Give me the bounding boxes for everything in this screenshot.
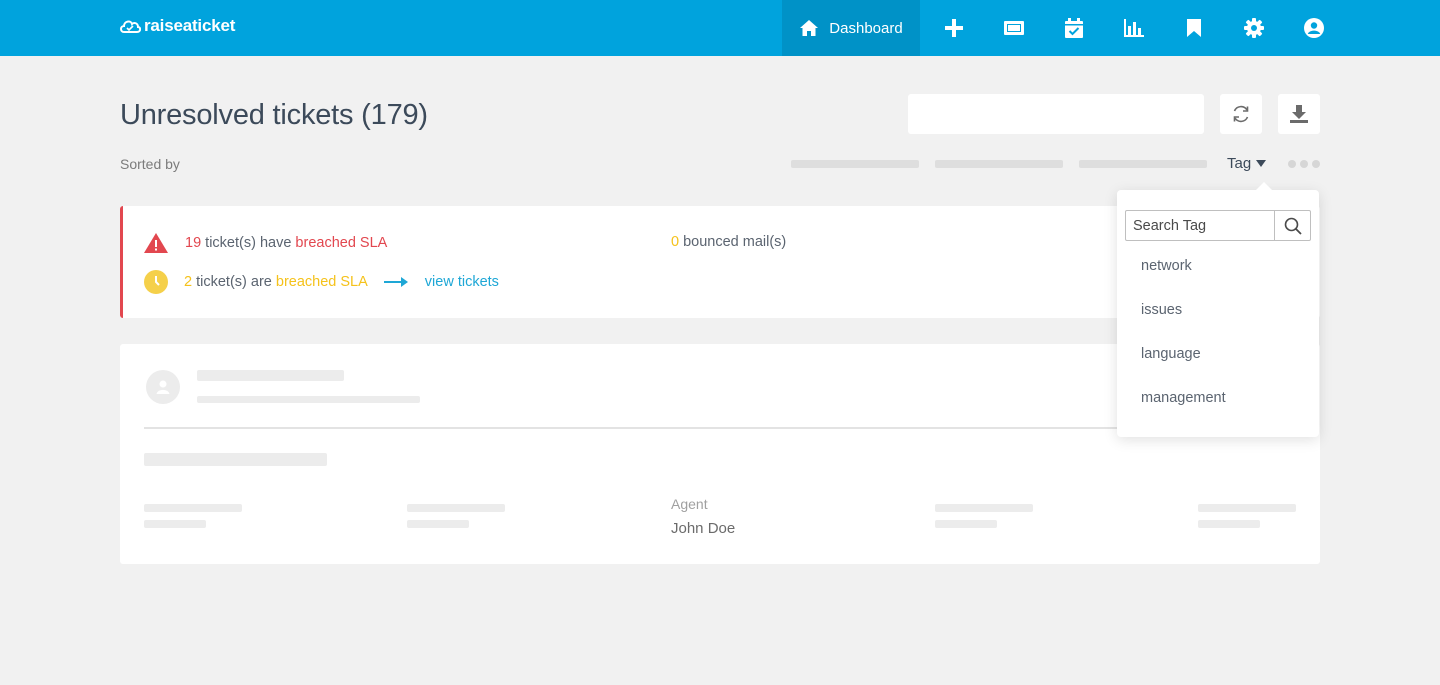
due-sla-row: 2 ticket(s) are breached SLA view ticket…	[144, 270, 499, 294]
download-button[interactable]	[1278, 94, 1320, 134]
caret-down-icon	[1256, 159, 1267, 167]
logo-text: raiseaticket	[144, 16, 236, 35]
user-icon	[156, 380, 170, 394]
sort-option-placeholder[interactable]	[1079, 160, 1207, 168]
plus-icon	[945, 19, 963, 37]
bounced-text: bounced mail(s)	[679, 234, 787, 250]
tag-option-management[interactable]: management	[1141, 390, 1226, 406]
tag-filter-dropdown: network issues language management	[1117, 182, 1319, 437]
warning-triangle-icon	[144, 233, 168, 253]
nav-settings[interactable]	[1242, 16, 1266, 40]
more-options-icon[interactable]	[1288, 160, 1320, 168]
sort-option-placeholder[interactable]	[935, 160, 1063, 168]
nav-reports[interactable]	[1122, 16, 1146, 40]
tag-option-network[interactable]: network	[1141, 258, 1192, 274]
sort-by-tag-label: Tag	[1227, 155, 1252, 172]
download-icon	[1290, 105, 1308, 123]
bounced-mail-row: 0 bounced mail(s)	[671, 234, 786, 250]
tag-search-box	[1125, 210, 1311, 241]
sort-option-placeholder[interactable]	[791, 160, 919, 168]
avatar	[146, 370, 180, 404]
home-icon	[800, 20, 819, 36]
top-navigation-bar: raiseaticket Dashboard	[0, 0, 1440, 56]
ticket-icon	[1004, 21, 1024, 35]
tag-search-input[interactable]	[1126, 211, 1274, 240]
tag-option-language[interactable]: language	[1141, 346, 1201, 362]
due-sla-link[interactable]: breached SLA	[276, 274, 368, 290]
nav-dashboard-label: Dashboard	[829, 19, 903, 37]
breached-sla-row: 19 ticket(s) have breached SLA	[143, 232, 387, 254]
skeleton-line	[407, 520, 469, 528]
bar-chart-icon	[1124, 19, 1144, 37]
nav-profile[interactable]	[1302, 16, 1326, 40]
nav-dashboard[interactable]: Dashboard	[782, 0, 920, 56]
bounced-count: 0	[671, 234, 680, 250]
nav-tickets[interactable]	[1002, 16, 1026, 40]
nav-new-ticket[interactable]	[942, 16, 966, 40]
logo[interactable]: raiseaticket	[119, 16, 235, 36]
tag-search-button[interactable]	[1274, 211, 1310, 240]
ticket-search-input[interactable]	[908, 94, 1204, 134]
skeleton-line	[144, 504, 242, 512]
user-circle-icon	[1304, 18, 1324, 38]
skeleton-line	[1198, 520, 1260, 528]
refresh-button[interactable]	[1220, 94, 1262, 134]
gear-icon	[1244, 18, 1264, 38]
agent-name: John Doe	[671, 520, 736, 537]
search-icon	[1284, 217, 1302, 235]
skeleton-line	[935, 504, 1033, 512]
calendar-check-icon	[1065, 18, 1083, 38]
breached-count: 19	[185, 235, 202, 251]
view-tickets-link[interactable]: view tickets	[425, 274, 499, 290]
due-text: ticket(s) are	[192, 274, 276, 290]
bookmark-icon	[1187, 19, 1201, 37]
breached-text: ticket(s) have	[201, 235, 296, 251]
refresh-icon	[1233, 105, 1249, 123]
nav-calendar[interactable]	[1062, 16, 1086, 40]
due-count: 2	[184, 274, 193, 290]
skeleton-line	[1198, 504, 1296, 512]
sort-by-tag-dropdown[interactable]: Tag	[1227, 155, 1267, 172]
page-title: Unresolved tickets (179)	[120, 99, 428, 131]
sorted-by-label: Sorted by	[120, 156, 180, 172]
skeleton-line	[935, 520, 997, 528]
arrow-right-icon	[383, 277, 408, 287]
skeleton-line	[407, 504, 505, 512]
breached-sla-link[interactable]: breached SLA	[295, 235, 387, 251]
clock-icon	[144, 270, 168, 294]
agent-label: Agent	[671, 496, 708, 512]
skeleton-line	[197, 396, 420, 403]
skeleton-line	[144, 453, 327, 466]
cloud-logo-icon	[120, 20, 141, 33]
skeleton-line	[197, 370, 344, 381]
nav-bookmarks[interactable]	[1182, 16, 1206, 40]
skeleton-line	[144, 520, 206, 528]
tag-option-issues[interactable]: issues	[1141, 302, 1182, 318]
